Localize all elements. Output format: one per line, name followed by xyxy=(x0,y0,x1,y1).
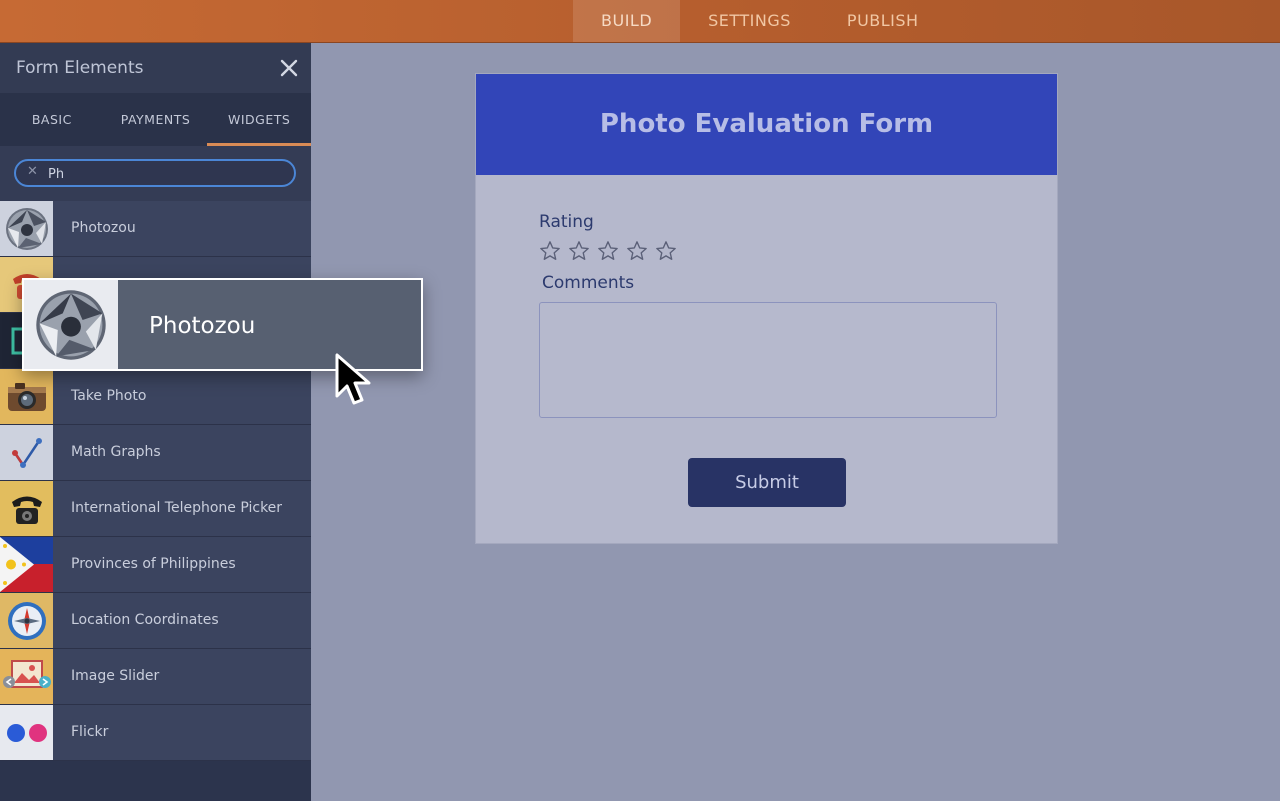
submit-button[interactable]: Submit xyxy=(688,458,846,507)
form-header: Photo Evaluation Form xyxy=(476,74,1057,175)
list-item-label: International Telephone Picker xyxy=(71,500,283,516)
list-item-flickr[interactable]: Flickr xyxy=(0,705,311,761)
star-icon[interactable] xyxy=(626,240,648,262)
star-rating xyxy=(539,240,677,262)
sidebar-tabs: BASIC PAYMENTS WIDGETS xyxy=(0,93,311,146)
list-item-label: Math Graphs xyxy=(71,444,161,460)
top-nav: BUILD SETTINGS PUBLISH xyxy=(573,0,947,42)
list-item-label: Flickr xyxy=(71,724,109,740)
star-icon[interactable] xyxy=(655,240,677,262)
flickr-icon xyxy=(0,705,53,760)
star-icon[interactable] xyxy=(597,240,619,262)
compass-icon xyxy=(0,593,53,648)
photozou-aperture-icon xyxy=(24,280,118,369)
tab-build[interactable]: BUILD xyxy=(573,0,681,42)
tab-widgets[interactable]: WIDGETS xyxy=(207,93,311,146)
form-elements-sidebar: Form Elements BASIC PAYMENTS WIDGETS ✕ P… xyxy=(0,43,311,801)
sidebar-title: Form Elements xyxy=(16,58,144,78)
list-item-label: Location Coordinates xyxy=(71,612,219,628)
form-canvas: Photo Evaluation Form Rating Comments Su… xyxy=(475,73,1058,544)
top-bar: BUILD SETTINGS PUBLISH xyxy=(0,0,1280,43)
black-telephone-icon xyxy=(0,481,53,536)
mouse-cursor-icon xyxy=(335,353,371,405)
list-item-image-slider[interactable]: Image Slider xyxy=(0,649,311,705)
clear-search-icon[interactable]: ✕ xyxy=(27,164,38,179)
image-slider-icon xyxy=(0,649,53,704)
list-item-telephone-picker[interactable]: International Telephone Picker xyxy=(0,481,311,537)
list-item-label: Provinces of Philippines xyxy=(71,556,236,572)
close-icon[interactable] xyxy=(277,56,301,80)
list-item-label: Image Slider xyxy=(71,668,160,684)
tab-settings[interactable]: SETTINGS xyxy=(680,0,819,42)
camera-icon xyxy=(0,369,53,424)
list-item-take-photo[interactable]: Take Photo xyxy=(0,369,311,425)
search-box: ✕ xyxy=(14,159,296,187)
tab-basic[interactable]: BASIC xyxy=(0,93,104,146)
graph-icon xyxy=(0,425,53,480)
list-item-math-graphs[interactable]: Math Graphs xyxy=(0,425,311,481)
list-item-location-coordinates[interactable]: Location Coordinates xyxy=(0,593,311,649)
list-item-label: Take Photo xyxy=(71,388,147,404)
philippines-flag-icon xyxy=(0,537,53,592)
star-icon[interactable] xyxy=(539,240,561,262)
comments-label: Comments xyxy=(542,273,635,293)
photozou-aperture-icon xyxy=(0,201,53,256)
comments-textarea[interactable] xyxy=(539,302,997,418)
drag-ghost-label: Photozou xyxy=(149,313,256,339)
rating-label: Rating xyxy=(539,212,594,232)
list-item-label: Photozou xyxy=(71,220,136,236)
list-item-provinces-philippines[interactable]: Provinces of Philippines xyxy=(0,537,311,593)
star-icon[interactable] xyxy=(568,240,590,262)
search-area: ✕ xyxy=(0,146,311,201)
form-title: Photo Evaluation Form xyxy=(599,109,934,139)
list-item-photozou[interactable]: Photozou xyxy=(0,201,311,257)
tab-payments[interactable]: PAYMENTS xyxy=(104,93,208,146)
sidebar-header: Form Elements xyxy=(0,43,311,93)
search-input[interactable] xyxy=(46,163,290,185)
tab-publish[interactable]: PUBLISH xyxy=(819,0,947,42)
